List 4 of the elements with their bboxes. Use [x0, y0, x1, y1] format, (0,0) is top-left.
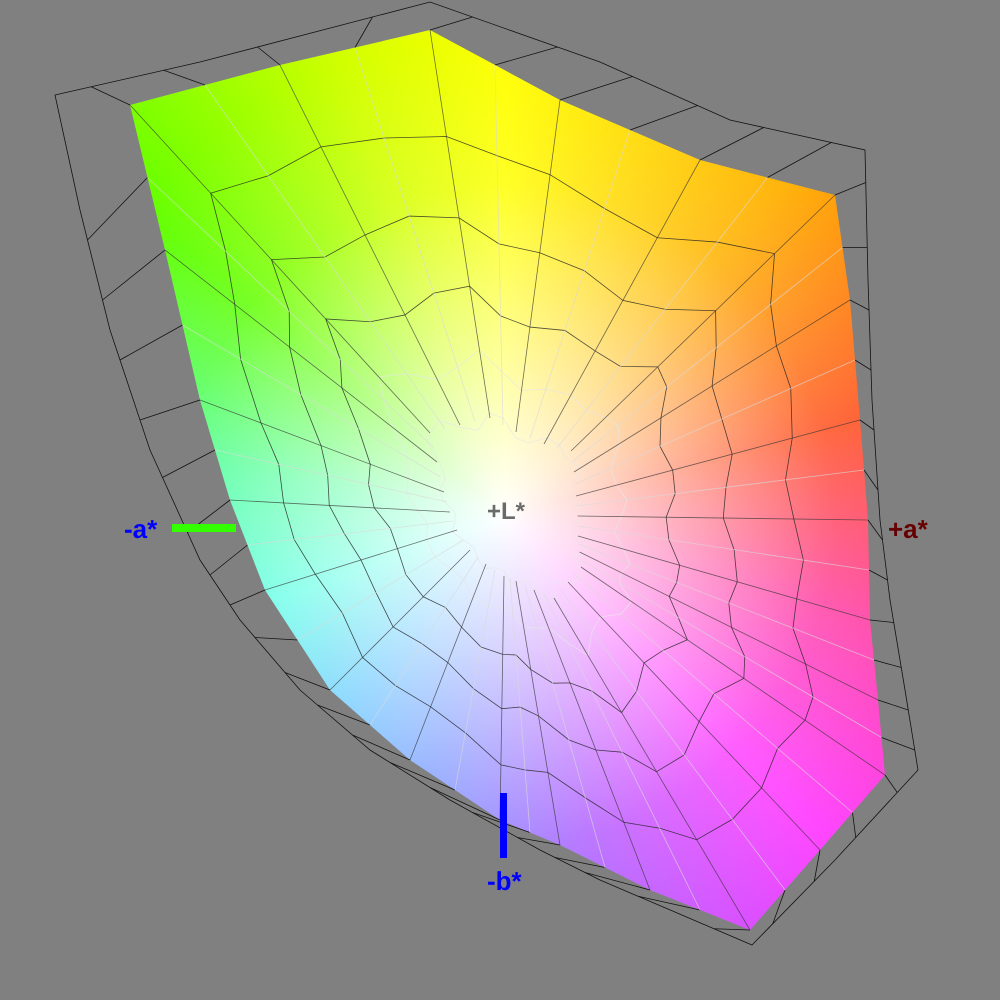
axis-label: -b* — [487, 868, 522, 894]
axis-label: +L* — [487, 500, 526, 524]
axis-label: +a* — [888, 516, 928, 542]
axis-label: -a* — [124, 516, 158, 542]
